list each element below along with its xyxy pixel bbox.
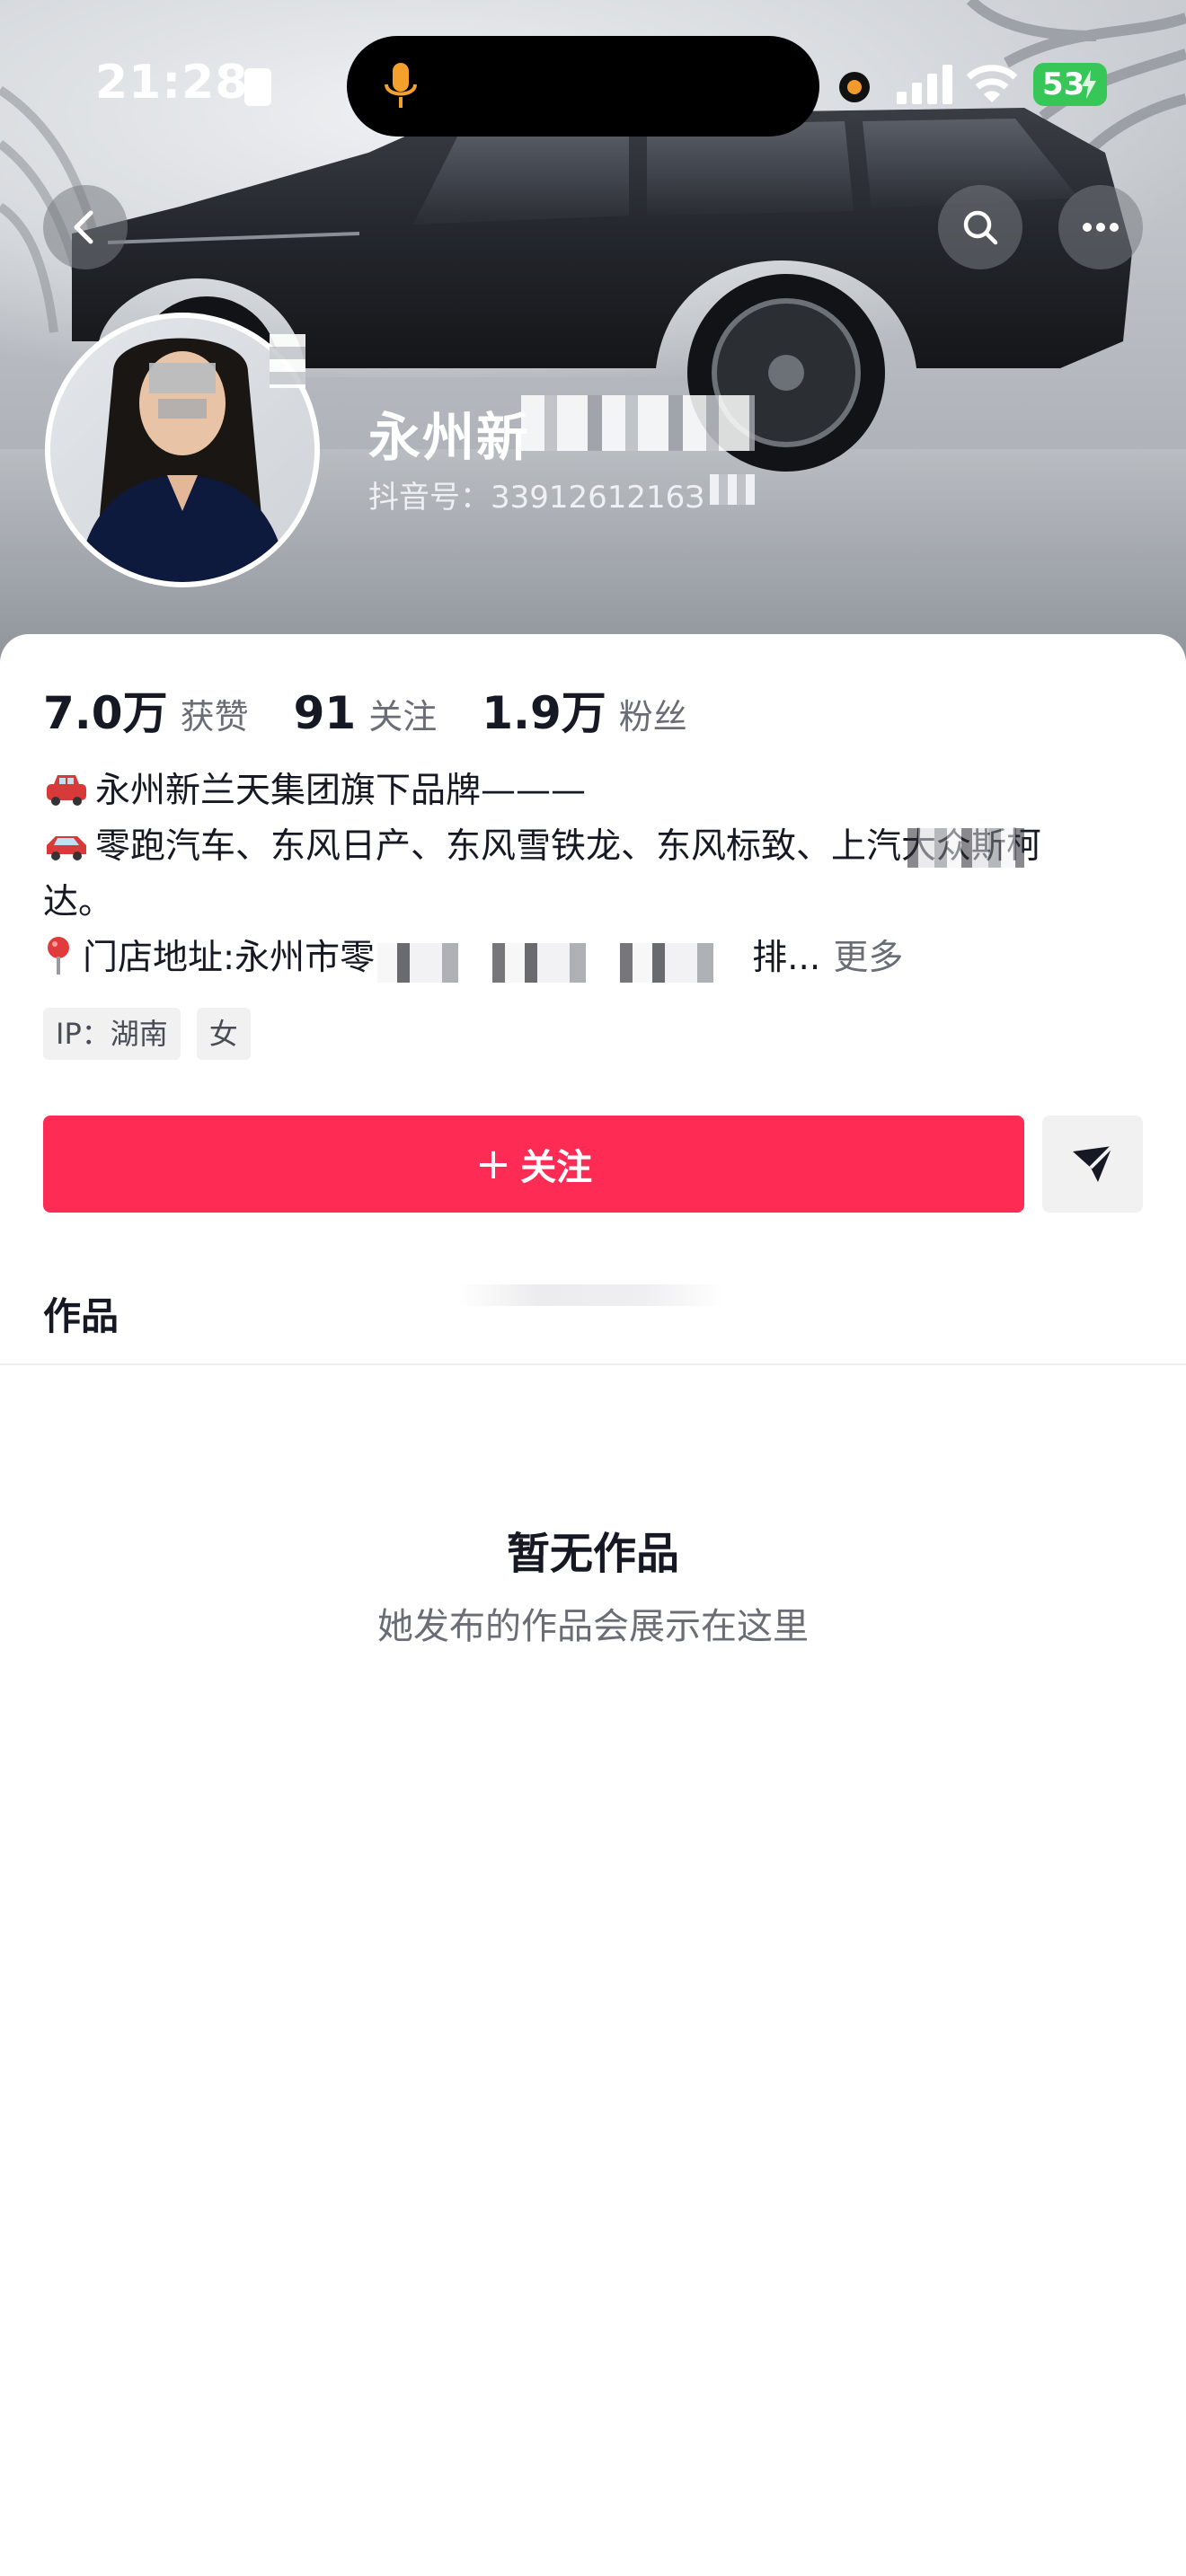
stat-followers-label: 粉丝	[618, 697, 687, 737]
bio-line-2: 零跑汽车、东风日产、东风雪铁龙、东风标致、上汽大众斯柯	[95, 826, 1042, 867]
douyin-id-value: 3391261216З	[491, 480, 705, 516]
plus-icon: +	[474, 1139, 512, 1189]
stat-following[interactable]: 91 关注	[294, 687, 438, 739]
car-emoji-icon	[47, 836, 86, 860]
stat-following-value: 91	[293, 687, 357, 739]
signal-icon	[897, 65, 952, 104]
profile-stats: 7.0万 获赞 91 关注 1.9万 粉丝	[43, 677, 732, 739]
bio-line-1: 永州新兰天集团旗下品牌———	[95, 771, 587, 811]
status-bar: 21:28 53	[0, 0, 1186, 171]
recording-indicator-icon	[839, 72, 870, 102]
pin-emoji-icon	[48, 937, 69, 975]
tag-gender: 女	[196, 1008, 251, 1060]
share-button[interactable]	[1042, 1116, 1143, 1213]
mic-icon	[385, 63, 417, 108]
car-emoji-icon	[47, 775, 86, 806]
search-icon	[963, 210, 998, 245]
stat-followers[interactable]: 1.9万 粉丝	[482, 677, 687, 742]
back-icon	[74, 210, 93, 244]
search-button[interactable]	[938, 185, 1022, 269]
douyin-id: 抖音号：3391261216З	[368, 472, 704, 516]
tab-divider	[0, 1363, 1186, 1365]
stat-likes[interactable]: 7.0万 获赞	[43, 677, 249, 742]
more-icon	[1083, 223, 1119, 232]
empty-state-subtitle: 她发布的作品会展示在这里	[377, 1606, 809, 1647]
dynamic-island	[347, 36, 819, 137]
charging-bolt-icon	[1082, 70, 1096, 99]
stat-likes-label: 获赞	[180, 697, 249, 737]
bio-mosaic	[907, 828, 1024, 868]
bio-line-3: 达。	[43, 882, 114, 922]
battery-indicator: 53	[1033, 63, 1107, 106]
address-mosaic	[377, 943, 737, 983]
name-mosaic	[521, 395, 755, 451]
empty-state-title: 暂无作品	[506, 1529, 679, 1579]
avatar-mosaic	[270, 334, 305, 388]
stat-following-label: 关注	[368, 697, 438, 737]
bio-line: 永州新兰天集团旗下品牌———	[43, 763, 1139, 819]
stat-followers-value: 1.9万	[482, 687, 606, 739]
profile-name: 永州新	[368, 407, 531, 468]
tab-works[interactable]: 作品	[43, 1286, 119, 1341]
follow-label: 关注	[520, 1147, 593, 1188]
tag-ip-location: IP：湖南	[43, 1008, 181, 1060]
back-button[interactable]	[43, 185, 128, 269]
profile-tags: IP：湖南 女	[43, 1008, 267, 1060]
more-button[interactable]	[1058, 185, 1143, 269]
stat-likes-value: 7.0万	[43, 687, 168, 739]
douyin-id-label: 抖音号：	[368, 480, 491, 516]
tab-mosaic	[458, 1284, 724, 1306]
status-time: 21:28	[95, 56, 249, 110]
bio-line-4-prefix: 门店地址:永州市零	[83, 938, 376, 978]
battery-level: 53	[1042, 66, 1085, 102]
bio-more-link[interactable]: 更多	[833, 938, 903, 978]
wifi-icon	[967, 65, 1017, 102]
share-icon	[1073, 1144, 1114, 1182]
contact-card-icon	[244, 68, 271, 106]
id-mosaic	[710, 474, 755, 505]
follow-button[interactable]: + 关注	[43, 1116, 1024, 1213]
profile-cover: 21:28 53 永州新 抖音号：3391261216З	[0, 0, 1186, 665]
bio-line-4-suffix: 排...	[752, 938, 821, 978]
